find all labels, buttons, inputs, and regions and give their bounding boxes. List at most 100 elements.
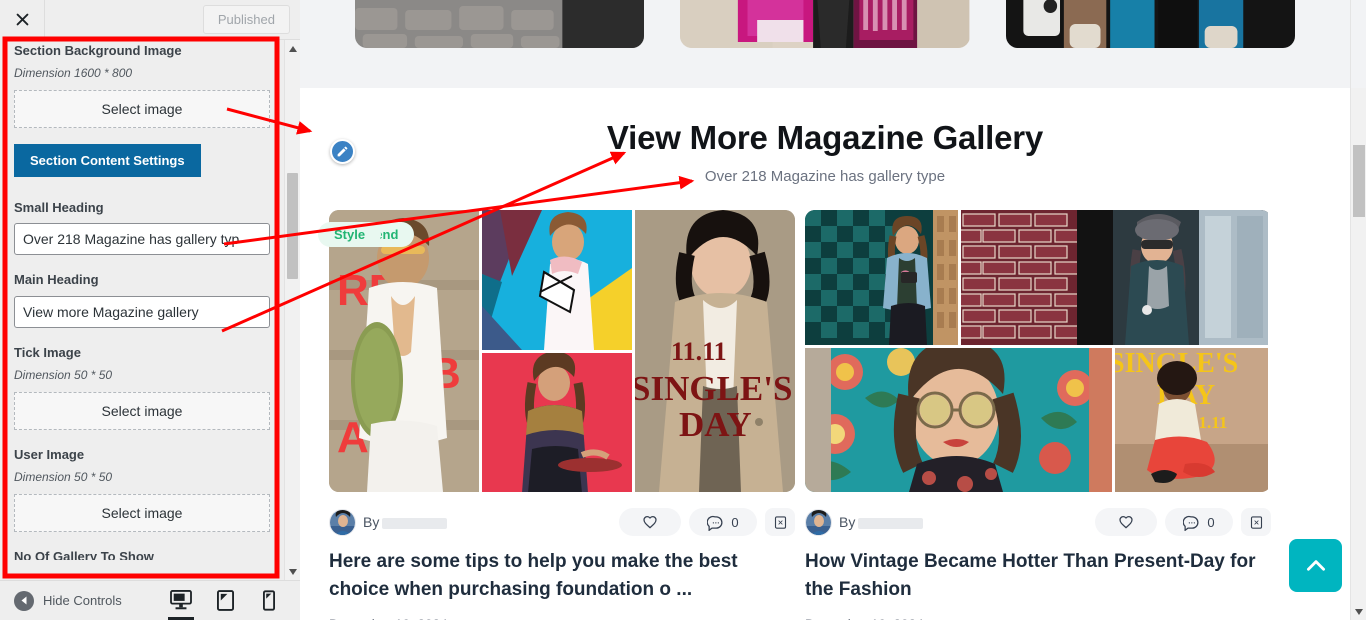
card-2-title[interactable]: How Vintage Became Hotter Than Present-D… (805, 548, 1271, 603)
card-1-avatar (329, 508, 356, 536)
card-1-bookmark-button[interactable] (765, 508, 795, 536)
customizer-footer: Hide Controls (0, 580, 300, 620)
card-2-image-2[interactable] (961, 210, 1271, 345)
svg-text:SINGLE'S: SINGLE'S (635, 369, 792, 408)
control-user-image: User Image Dimension 50 * 50 Select imag… (14, 446, 270, 532)
card-1-image-2[interactable] (482, 210, 632, 350)
card-1-author-redacted (382, 517, 448, 529)
close-icon (16, 13, 28, 26)
control-tick-image: Tick Image Dimension 50 * 50 Select imag… (14, 344, 270, 430)
card-1-image-4[interactable]: 11.11 SINGLE'S DAY (635, 210, 795, 492)
section-content-settings-button[interactable]: Section Content Settings (14, 144, 201, 178)
comment-icon (1183, 515, 1199, 531)
section-heading-block: View More Magazine Gallery Over 218 Maga… (300, 118, 1350, 185)
select-image-button-tick[interactable]: Select image (14, 391, 270, 430)
card-1-col-2 (482, 210, 632, 492)
card-2-collage: Style 11.11 (318, 210, 1271, 492)
control-section-content-settings: Section Content Settings (14, 144, 270, 178)
customizer-screen: View More Magazine Gallery Over 218 Maga… (0, 0, 1366, 620)
card-2-by-text: By (839, 514, 856, 530)
preview-scrollbar-thumb[interactable] (1353, 145, 1365, 217)
card-1-image-1[interactable]: RE B AS (329, 210, 479, 492)
card-1-title[interactable]: Here are some tips to help you make the … (329, 548, 795, 603)
section-main-heading: View More Magazine Gallery (606, 119, 1044, 156)
section-background-image-label: Section Background Image (14, 43, 182, 58)
card-2-actions: 0 (1095, 508, 1271, 536)
customizer-panel: Published Section Background Image Dimen… (0, 0, 300, 620)
card-2-image-4[interactable]: SINGLE'S DAY 11.11 (1115, 348, 1271, 492)
heart-icon (1119, 516, 1133, 529)
card-1-like-button[interactable] (619, 508, 681, 536)
customizer-body: Section Background Image Dimension 1600 … (0, 40, 300, 580)
card-1-image-3[interactable] (482, 352, 632, 492)
card-2-row-top (805, 210, 1271, 345)
close-customizer-button[interactable] (0, 0, 45, 40)
card-1-comment-count: 0 (731, 514, 739, 530)
section-small-heading: Over 218 Magazine has gallery type (704, 167, 946, 185)
preview-scrollbar[interactable] (1350, 0, 1366, 620)
card-2-by-label: By (839, 514, 924, 530)
customizer-scroll-up-arrow[interactable] (285, 40, 300, 57)
customizer-controls: Section Background Image Dimension 1600 … (0, 40, 284, 580)
small-heading-input[interactable] (14, 223, 270, 256)
top-banner-images (300, 0, 1350, 48)
preview-top-band (300, 0, 1350, 88)
customizer-scrollbar[interactable] (284, 40, 300, 580)
preview-frame: View More Magazine Gallery Over 218 Maga… (300, 0, 1366, 620)
control-no-of-gallery-to-show: No Of Gallery To Show (14, 548, 270, 560)
heart-icon (643, 516, 657, 529)
gallery-card-2: Style 11.11 By 0 How Vintage Became Hott… (318, 210, 1271, 620)
hide-controls-button[interactable]: Hide Controls (0, 590, 122, 611)
hide-controls-label: Hide Controls (43, 593, 122, 608)
banner-image-3 (1005, 0, 1295, 48)
card-1-by-text: By (363, 514, 380, 530)
device-tablet-button[interactable] (212, 586, 238, 616)
select-image-button-background[interactable]: Select image (14, 90, 270, 129)
user-image-label: User Image (14, 446, 85, 462)
back-to-top-button[interactable] (1289, 539, 1342, 592)
svg-text:DAY: DAY (679, 405, 752, 444)
tick-image-label: Tick Image (14, 344, 81, 360)
device-preview-buttons (168, 586, 300, 616)
card-2-meta: By 0 (805, 508, 1271, 536)
card-2-image-1[interactable] (805, 210, 958, 345)
select-image-button-user[interactable]: Select image (14, 493, 270, 532)
card-2-comment-count: 0 (1207, 514, 1215, 530)
card-2-like-button[interactable] (1095, 508, 1157, 536)
card-2-image-3[interactable] (805, 348, 1112, 492)
user-image-dimension: Dimension 50 * 50 (14, 469, 113, 484)
main-heading-label: Main Heading (14, 272, 99, 288)
card-1-collage: Trend RE B AS (329, 210, 795, 492)
published-button[interactable]: Published (202, 5, 290, 34)
customizer-scroll-down-arrow[interactable] (285, 563, 300, 580)
main-heading-input[interactable] (14, 295, 270, 328)
device-mobile-button[interactable] (256, 586, 282, 616)
control-main-heading: Main Heading (14, 271, 270, 328)
card-2-avatar (805, 508, 832, 536)
desktop-icon (170, 589, 192, 609)
tablet-icon (216, 589, 234, 611)
banner-image-1 (355, 0, 645, 48)
card-2-comment-button[interactable]: 0 (1165, 508, 1233, 536)
mobile-icon (263, 589, 275, 611)
card-1-by-label: By (363, 514, 448, 530)
tick-image-dimension: Dimension 50 * 50 (14, 367, 113, 382)
device-desktop-button[interactable] (168, 586, 194, 616)
small-heading-label: Small Heading (14, 200, 104, 216)
gallery-cards: Trend RE B AS (300, 210, 1350, 620)
customizer-header: Published (0, 0, 300, 40)
preview-scroll-down-arrow[interactable] (1351, 603, 1366, 620)
svg-text:11.11: 11.11 (671, 337, 727, 366)
chevron-up-icon (1306, 559, 1325, 571)
bookmark-icon (1250, 515, 1262, 529)
collapse-arrow-icon (14, 590, 34, 611)
bookmark-icon (774, 515, 786, 529)
comment-icon (707, 515, 723, 531)
no-of-gallery-to-show-label: No Of Gallery To Show (14, 548, 154, 560)
customizer-scrollbar-thumb[interactable] (287, 173, 298, 279)
card-1-comment-button[interactable]: 0 (689, 508, 757, 536)
card-1-actions: 0 (619, 508, 795, 536)
card-2-bookmark-button[interactable] (1241, 508, 1271, 536)
card-2-author-redacted (858, 517, 924, 529)
banner-image-2 (680, 0, 970, 48)
